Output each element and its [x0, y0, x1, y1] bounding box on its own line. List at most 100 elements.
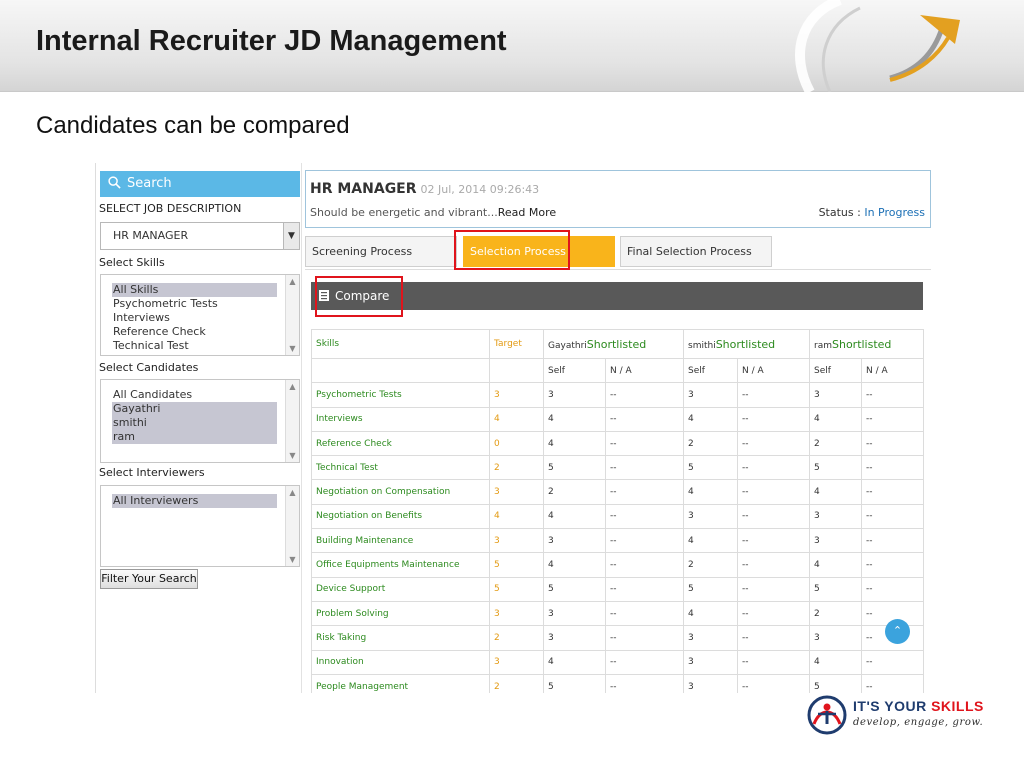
- candidate-header: GayathriShortlisted: [543, 329, 684, 359]
- slide-header: Internal Recruiter JD Management: [0, 0, 1024, 92]
- interviewers-label: Select Interviewers: [99, 466, 205, 479]
- arc-arrow-decoration: [795, 0, 960, 92]
- people-logo-icon: [807, 695, 847, 735]
- candidates-listbox[interactable]: All Candidates Gayathri smithi ram ▲ ▼: [100, 379, 300, 463]
- self-score-cell: 3: [809, 625, 862, 651]
- target-cell: 3: [489, 479, 544, 505]
- table-row: Negotiation on Benefits 4 4 -- 3 -- 3 --: [311, 503, 924, 530]
- skills-scrollbar[interactable]: ▲ ▼: [285, 275, 299, 355]
- self-score-cell: 3: [543, 625, 606, 651]
- table-row: People Management 2 5 -- 3 -- 5 --: [311, 673, 924, 693]
- na-score-cell: --: [605, 625, 684, 651]
- self-score-cell: 4: [683, 600, 738, 627]
- job-description-select[interactable]: HR MANAGER ▼: [100, 222, 300, 250]
- highlight-compare: [315, 276, 403, 317]
- chevron-down-icon[interactable]: ▼: [283, 223, 299, 249]
- na-score-cell: --: [605, 382, 684, 408]
- candidate-name: ram: [814, 340, 832, 351]
- scroll-down-icon[interactable]: ▼: [286, 553, 299, 566]
- na-subheader: N / A: [737, 357, 810, 384]
- filter-panel: Search SELECT JOB DESCRIPTION HR MANAGER…: [96, 163, 302, 693]
- na-score-cell: --: [605, 503, 684, 530]
- self-subheader: Self: [683, 357, 738, 384]
- scroll-down-icon[interactable]: ▼: [286, 449, 299, 462]
- candidate-option[interactable]: ram: [112, 430, 277, 444]
- skill-name-cell: Innovation: [311, 649, 490, 675]
- target-cell: 2: [489, 673, 544, 693]
- candidate-option[interactable]: Gayathri: [112, 402, 277, 416]
- logo-brand: IT'S YOUR SKILLS: [853, 698, 984, 714]
- na-score-cell: --: [861, 552, 924, 578]
- self-score-cell: 3: [543, 528, 606, 554]
- skills-option[interactable]: Interviews: [101, 311, 277, 325]
- self-score-cell: 3: [683, 625, 738, 651]
- scroll-up-icon[interactable]: ▲: [286, 486, 299, 499]
- skills-option[interactable]: Reference Check: [101, 325, 277, 339]
- self-score-cell: 3: [543, 600, 606, 627]
- na-score-cell: --: [737, 576, 810, 602]
- read-more-link[interactable]: Read More: [498, 206, 556, 219]
- skills-option[interactable]: All Skills: [112, 283, 277, 297]
- self-score-cell: 3: [683, 649, 738, 675]
- self-subheader: Self: [543, 357, 606, 384]
- table-body: Self N / A Self N / A Self N / A Psychom…: [311, 357, 924, 693]
- na-score-cell: --: [605, 528, 684, 554]
- target-cell: 2: [489, 625, 544, 651]
- logo-brand-suffix: SKILLS: [931, 698, 984, 714]
- scroll-up-icon[interactable]: ▲: [286, 275, 299, 288]
- candidates-scrollbar[interactable]: ▲ ▼: [285, 380, 299, 462]
- skill-name-cell: Office Equipments Maintenance: [311, 552, 490, 578]
- na-score-cell: --: [861, 430, 924, 457]
- search-icon: [108, 176, 121, 189]
- na-score-cell: --: [605, 430, 684, 457]
- candidate-option[interactable]: All Candidates: [101, 388, 277, 402]
- self-score-cell: 4: [543, 503, 606, 530]
- scroll-up-icon[interactable]: ▲: [286, 380, 299, 393]
- scroll-down-icon[interactable]: ▼: [286, 342, 299, 355]
- skills-option[interactable]: Technical Test: [101, 339, 277, 353]
- target-cell: 5: [489, 576, 544, 602]
- table-row: Risk Taking 2 3 -- 3 -- 3 --: [311, 625, 924, 651]
- job-title-row: HR MANAGER 02 Jul, 2014 09:26:43: [310, 181, 539, 197]
- candidate-name: Gayathri: [548, 340, 587, 351]
- self-score-cell: 5: [809, 576, 862, 602]
- table-row: Psychometric Tests 3 3 -- 3 -- 3 --: [311, 382, 924, 408]
- job-title: HR MANAGER: [310, 181, 417, 197]
- brand-logo: IT'S YOUR SKILLS develop, engage, grow.: [806, 692, 1006, 740]
- na-score-cell: --: [737, 625, 810, 651]
- target-cell: 0: [489, 430, 544, 457]
- self-score-cell: 4: [543, 649, 606, 675]
- interviewers-scrollbar[interactable]: ▲ ▼: [285, 486, 299, 566]
- job-date: 02 Jul, 2014 09:26:43: [420, 183, 540, 196]
- skill-name-cell: Technical Test: [311, 455, 490, 481]
- table-row: Negotiation on Compensation 3 2 -- 4 -- 4 --: [311, 479, 924, 505]
- na-score-cell: --: [861, 382, 924, 408]
- self-score-cell: 4: [809, 552, 862, 578]
- na-score-cell: --: [737, 479, 810, 505]
- logo-tagline: develop, engage, grow.: [853, 717, 984, 728]
- target-cell: 3: [489, 528, 544, 554]
- scroll-to-top-button[interactable]: ⌃: [885, 619, 910, 644]
- self-score-cell: 4: [683, 406, 738, 432]
- filter-search-button[interactable]: Filter Your Search: [100, 569, 198, 589]
- interviewers-listbox[interactable]: All Interviewers ▲ ▼: [100, 485, 300, 567]
- self-score-cell: 3: [683, 503, 738, 530]
- candidates-label: Select Candidates: [99, 361, 199, 374]
- target-cell: 3: [489, 600, 544, 627]
- tab-final-selection-process[interactable]: Final Selection Process: [620, 236, 772, 267]
- na-score-cell: --: [737, 382, 810, 408]
- interviewer-option[interactable]: All Interviewers: [112, 494, 277, 508]
- candidate-option[interactable]: smithi: [112, 416, 277, 430]
- search-header[interactable]: Search: [100, 171, 300, 197]
- tab-screening-process[interactable]: Screening Process: [305, 236, 457, 267]
- skills-listbox[interactable]: All Skills Psychometric Tests Interviews…: [100, 274, 300, 356]
- self-score-cell: 5: [543, 673, 606, 693]
- na-score-cell: --: [605, 479, 684, 505]
- skills-option[interactable]: Psychometric Tests: [101, 297, 277, 311]
- target-header: Target: [489, 329, 544, 359]
- na-score-cell: --: [861, 406, 924, 432]
- table-row: Technical Test 2 5 -- 5 -- 5 --: [311, 455, 924, 481]
- skill-name-cell: Building Maintenance: [311, 528, 490, 554]
- highlight-selection-tab: [454, 230, 570, 270]
- skill-name-cell: Device Support: [311, 576, 490, 602]
